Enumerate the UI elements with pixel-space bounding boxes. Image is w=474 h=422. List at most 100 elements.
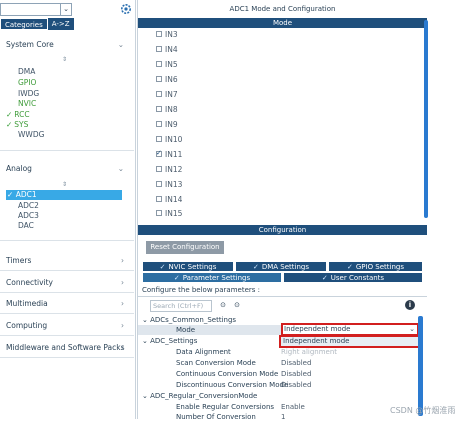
category-label: System Core bbox=[6, 40, 54, 49]
tab-user-constants[interactable]: ✓ User Constants bbox=[283, 272, 423, 283]
check-icon: ✓ bbox=[346, 263, 353, 271]
list-item-dac[interactable]: DAC bbox=[18, 221, 34, 231]
chevron-down-icon: ⌄ bbox=[117, 164, 124, 173]
check-icon: ✓ bbox=[6, 110, 13, 119]
checkbox-in11[interactable]: IN11 bbox=[156, 148, 182, 160]
check-icon: ✓ bbox=[7, 190, 14, 199]
checkbox-label: IN8 bbox=[165, 105, 178, 114]
checkbox-label: IN10 bbox=[165, 135, 183, 144]
list-item-rcc[interactable]: ✓ RCC bbox=[6, 110, 30, 120]
parameter-search-input[interactable]: Search (Ctrl+F) bbox=[150, 300, 212, 312]
tab-a-z[interactable]: A->Z bbox=[47, 18, 74, 30]
checkbox[interactable] bbox=[156, 46, 162, 52]
tab-categories[interactable]: Categories bbox=[0, 18, 48, 30]
tree-group-regular-conversion[interactable]: ⌄ ADC_Regular_ConversionMode bbox=[142, 391, 257, 401]
tab-nvic-settings[interactable]: ✓ NVIC Settings bbox=[142, 261, 234, 272]
group-label: ADC_Settings bbox=[150, 337, 198, 345]
chevron-right-icon: › bbox=[121, 321, 124, 330]
divider bbox=[0, 357, 134, 358]
checkbox[interactable] bbox=[156, 196, 162, 202]
tab-parameter-settings[interactable]: ✓ Parameter Settings bbox=[142, 272, 282, 283]
arrow-down-icon[interactable]: ⊙ bbox=[232, 300, 242, 311]
dropdown-value: Independent mode bbox=[284, 325, 351, 333]
checkbox-label: IN4 bbox=[165, 45, 178, 54]
param-scan-value[interactable]: Disabled bbox=[281, 358, 311, 368]
checkbox-in8[interactable]: IN8 bbox=[156, 104, 178, 115]
param-discontinuous-value[interactable]: Disabled bbox=[281, 380, 311, 390]
sort-icon[interactable]: ⇕ bbox=[62, 56, 67, 63]
sort-icon[interactable]: ⇕ bbox=[62, 181, 67, 188]
chevron-down-icon[interactable]: ⌄ bbox=[60, 3, 72, 16]
checkbox[interactable] bbox=[156, 76, 162, 82]
category-system-core[interactable]: System Core ⌄ bbox=[0, 36, 134, 54]
checkbox[interactable] bbox=[156, 31, 162, 37]
param-continuous-value[interactable]: Disabled bbox=[281, 369, 311, 379]
category-analog[interactable]: Analog ⌄ bbox=[0, 160, 134, 178]
checkbox[interactable] bbox=[156, 181, 162, 187]
divider bbox=[0, 292, 134, 293]
checkbox-label: IN15 bbox=[165, 209, 183, 218]
tree-group-adcs-common[interactable]: ⌄ ADCs_Common_Settings bbox=[142, 315, 236, 325]
category-label: Timers bbox=[6, 256, 32, 265]
tab-dma-settings[interactable]: ✓ DMA Settings bbox=[235, 261, 327, 272]
checkbox[interactable] bbox=[156, 121, 162, 127]
left-panel: ⌄ Categories A->Z System Core ⌄ ⇕ DMA GP… bbox=[0, 0, 136, 419]
checkbox[interactable] bbox=[156, 61, 162, 67]
category-connectivity[interactable]: Connectivity › bbox=[0, 274, 134, 292]
checkbox[interactable] bbox=[156, 91, 162, 97]
checkbox-label: IN5 bbox=[165, 60, 178, 69]
param-num-conversion-value[interactable]: 1 bbox=[281, 412, 285, 422]
divider bbox=[0, 150, 134, 151]
checkbox-in7[interactable]: IN7 bbox=[156, 89, 178, 100]
checkbox-in13[interactable]: IN13 bbox=[156, 179, 182, 190]
checkbox-in3[interactable]: IN3 bbox=[156, 29, 178, 40]
watermark: CSDN @竹烟淮雨 bbox=[390, 406, 456, 415]
list-item-gpio[interactable]: GPIO bbox=[18, 78, 36, 88]
tab-label: User Constants bbox=[330, 274, 385, 282]
chevron-right-icon: › bbox=[121, 299, 124, 308]
checkbox[interactable] bbox=[156, 210, 162, 216]
list-item-wwdg[interactable]: WWDG bbox=[18, 130, 44, 140]
parameter-scrollbar[interactable] bbox=[418, 316, 423, 416]
checkbox[interactable] bbox=[156, 106, 162, 112]
checkbox-in10[interactable]: IN10 bbox=[156, 134, 182, 145]
checkbox-in4[interactable]: IN4 bbox=[156, 44, 178, 55]
tree-group-adc-settings[interactable]: ⌄ ADC_Settings bbox=[142, 336, 197, 346]
checkbox-in5[interactable]: IN5 bbox=[156, 59, 178, 70]
category-computing[interactable]: Computing › bbox=[0, 317, 134, 335]
list-item-dma[interactable]: DMA bbox=[18, 67, 35, 77]
tab-gpio-settings[interactable]: ✓ GPIO Settings bbox=[328, 261, 423, 272]
category-middleware[interactable]: Middleware and Software Packs › bbox=[0, 339, 134, 357]
category-tabs: Categories A->Z bbox=[0, 18, 74, 30]
list-item-adc2[interactable]: ADC2 bbox=[18, 201, 39, 211]
checkbox[interactable] bbox=[156, 136, 162, 142]
param-data-alignment-label: Data Alignment bbox=[176, 348, 231, 356]
checkbox-in14[interactable]: IN14 bbox=[156, 194, 182, 205]
tab-label: DMA Settings bbox=[261, 263, 310, 271]
category-multimedia[interactable]: Multimedia › bbox=[0, 295, 134, 313]
item-label: ADC1 bbox=[15, 190, 37, 199]
tab-label: Parameter Settings bbox=[182, 274, 251, 282]
checkbox-in12[interactable]: IN12 bbox=[156, 164, 182, 175]
list-item-adc3[interactable]: ADC3 bbox=[18, 211, 39, 221]
list-item-sys[interactable]: ✓ SYS bbox=[6, 120, 28, 130]
checkbox-label: IN9 bbox=[165, 120, 178, 129]
list-item-nvic[interactable]: NVIC bbox=[18, 99, 36, 109]
checkbox[interactable] bbox=[156, 166, 162, 172]
gear-icon[interactable] bbox=[120, 3, 132, 15]
list-item-iwdg[interactable]: IWDG bbox=[18, 89, 39, 99]
checkbox[interactable] bbox=[156, 148, 162, 159]
info-icon[interactable]: i bbox=[405, 300, 415, 310]
checkbox-in9[interactable]: IN9 bbox=[156, 119, 178, 130]
param-data-alignment-value[interactable]: Right alignment bbox=[281, 347, 337, 357]
category-timers[interactable]: Timers › bbox=[0, 252, 134, 270]
checkbox-label: IN13 bbox=[165, 180, 183, 189]
right-panel: ADC1 Mode and Configuration Mode IN3 IN4… bbox=[137, 0, 428, 422]
param-enable-regular-value[interactable]: Enable bbox=[281, 402, 305, 412]
reset-configuration-button[interactable]: Reset Configuration bbox=[146, 241, 224, 254]
checkbox-in6[interactable]: IN6 bbox=[156, 74, 178, 85]
arrow-up-icon[interactable]: ⊙ bbox=[218, 300, 228, 311]
list-item-adc1[interactable]: ✓ ADC1 bbox=[6, 190, 122, 200]
chevron-right-icon: › bbox=[121, 343, 124, 352]
checkbox-in15[interactable]: IN15 bbox=[156, 208, 182, 219]
